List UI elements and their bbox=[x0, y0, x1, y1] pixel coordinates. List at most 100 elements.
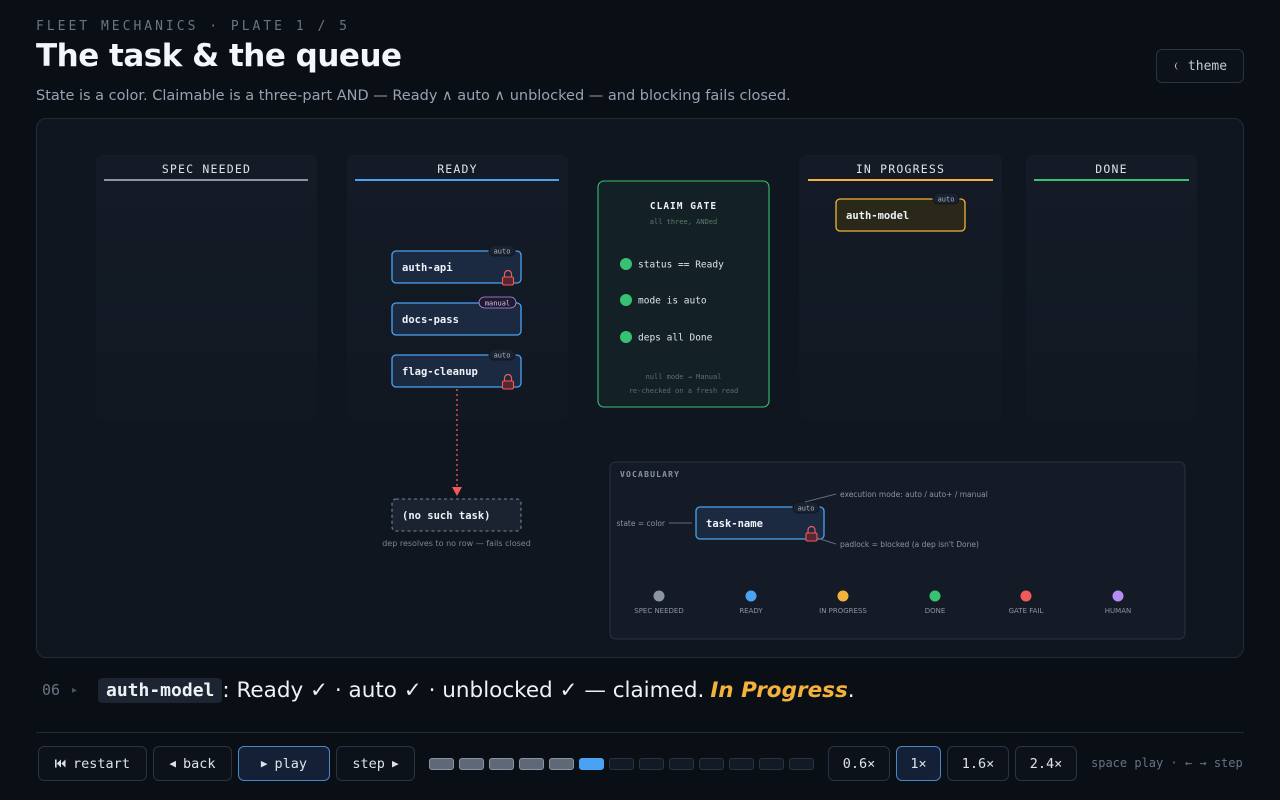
speed-label: 0.6× bbox=[842, 755, 876, 772]
caption-end: . bbox=[847, 677, 855, 703]
page-subtitle: State is a color. Claimable is a three-p… bbox=[36, 88, 791, 104]
speed-2-4-button[interactable]: 2.4× bbox=[1015, 746, 1077, 781]
legend-dot bbox=[745, 590, 757, 602]
step-pill[interactable] bbox=[759, 758, 784, 770]
back-label: back bbox=[183, 755, 216, 772]
caption-text: : Ready ✓ · auto ✓ · unblocked ✓ — claim… bbox=[222, 677, 705, 703]
sample-task-card: task-name auto bbox=[695, 501, 825, 542]
column-spec-needed-label: SPEC NEEDED bbox=[162, 162, 251, 176]
step-pill[interactable] bbox=[519, 758, 544, 770]
column-ready-bar bbox=[355, 179, 559, 181]
legend-label: GATE FAIL bbox=[1009, 607, 1044, 615]
play-icon: ▶ bbox=[260, 757, 268, 770]
column-in-progress-bar bbox=[808, 179, 993, 181]
step-button[interactable]: step ▶ bbox=[336, 746, 415, 781]
step-label: step bbox=[352, 755, 385, 772]
speed-label: 2.4× bbox=[1029, 755, 1063, 772]
check-dot bbox=[620, 331, 632, 343]
theme-button-label: theme bbox=[1187, 58, 1228, 74]
speed-1-6-button[interactable]: 1.6× bbox=[947, 746, 1009, 781]
back-button[interactable]: ◀ back bbox=[153, 746, 232, 781]
claim-gate-footnote: re-checked on a fresh read bbox=[629, 387, 739, 395]
speed-label: 1× bbox=[910, 755, 927, 772]
step-pill[interactable] bbox=[669, 758, 694, 770]
step-icon: ▶ bbox=[391, 757, 399, 770]
claim-gate-title: CLAIM GATE bbox=[650, 201, 717, 212]
step-pill[interactable] bbox=[639, 758, 664, 770]
queue-diagram: SPEC NEEDED READY IN PROGRESS DONE auth-… bbox=[96, 155, 1197, 640]
mode-badge-label: auto bbox=[494, 352, 511, 360]
mode-badge-label: auto bbox=[798, 505, 815, 513]
task-card-flag-cleanup[interactable]: flag-cleanup auto bbox=[391, 348, 522, 390]
task-card-auth-model[interactable]: auth-model auto bbox=[835, 192, 966, 232]
theme-button[interactable]: theme bbox=[1156, 49, 1244, 83]
diagram-stage: SPEC NEEDED READY IN PROGRESS DONE auth-… bbox=[36, 118, 1244, 658]
task-card-auth-api[interactable]: auth-api auto bbox=[391, 244, 522, 286]
vocabulary-panel: VOCABULARY state = color task-name auto … bbox=[609, 461, 1186, 640]
column-in-progress: IN PROGRESS bbox=[799, 155, 1002, 419]
task-name: auth-api bbox=[402, 262, 453, 274]
legend-label: READY bbox=[739, 607, 763, 615]
ghost-task-card: (no such task) dep resolves to no row — … bbox=[382, 498, 531, 548]
plate-kicker: FLEET MECHANICS · PLATE 1 / 5 bbox=[36, 19, 350, 34]
restart-icon bbox=[55, 759, 66, 768]
mode-badge-label: auto bbox=[938, 196, 955, 204]
step-pill[interactable] bbox=[699, 758, 724, 770]
step-pill[interactable] bbox=[729, 758, 754, 770]
half-moon-icon bbox=[1174, 62, 1179, 70]
back-icon: ◀ bbox=[169, 757, 177, 770]
column-ready-label: READY bbox=[437, 162, 478, 176]
speed-1-button[interactable]: 1× bbox=[896, 746, 941, 781]
vocabulary-title: VOCABULARY bbox=[620, 470, 680, 479]
step-number: 06 bbox=[42, 681, 61, 699]
check-mode: mode is auto bbox=[638, 296, 707, 307]
caption-state: In Progress bbox=[710, 677, 848, 703]
step-pill[interactable] bbox=[609, 758, 634, 770]
caption-pointer-icon: ▸ bbox=[72, 684, 78, 696]
task-card-docs-pass[interactable]: docs-pass manual bbox=[391, 296, 522, 336]
restart-button[interactable]: restart bbox=[38, 746, 147, 781]
mode-badge-label: manual bbox=[485, 300, 510, 308]
mode-label: execution mode: auto / auto+ / manual bbox=[840, 490, 988, 499]
step-caption: 06 ▸ auth-model : Ready ✓ · auto ✓ · unb… bbox=[36, 670, 855, 710]
step-pill[interactable] bbox=[459, 758, 484, 770]
legend-dot bbox=[1020, 590, 1032, 602]
step-pill[interactable] bbox=[579, 758, 604, 770]
legend-dot bbox=[929, 590, 941, 602]
claim-gate-footnote: null mode → Manual bbox=[646, 373, 722, 381]
check-deps: deps all Done bbox=[638, 333, 713, 344]
task-name: docs-pass bbox=[402, 314, 459, 326]
caption-task: auth-model bbox=[98, 677, 223, 703]
legend-label: SPEC NEEDED bbox=[634, 607, 684, 615]
ghost-task-note: dep resolves to no row — fails closed bbox=[382, 539, 531, 548]
speed-label: 1.6× bbox=[961, 755, 995, 772]
ghost-task-name: (no such task) bbox=[402, 510, 491, 522]
column-done-label: DONE bbox=[1095, 162, 1128, 176]
legend-dot bbox=[1112, 590, 1124, 602]
page-title: The task & the queue bbox=[36, 38, 402, 74]
legend-dot bbox=[837, 590, 849, 602]
speed-0-6-button[interactable]: 0.6× bbox=[828, 746, 890, 781]
column-done: DONE bbox=[1026, 155, 1197, 419]
column-spec-needed: SPEC NEEDED bbox=[96, 155, 317, 419]
column-in-progress-label: IN PROGRESS bbox=[856, 162, 945, 176]
step-pill[interactable] bbox=[789, 758, 814, 770]
check-dot bbox=[620, 258, 632, 270]
mode-badge-label: auto bbox=[494, 248, 511, 256]
step-pill[interactable] bbox=[489, 758, 514, 770]
column-done-bar bbox=[1034, 179, 1189, 181]
step-pill[interactable] bbox=[429, 758, 454, 770]
claim-gate: CLAIM GATE all three, ANDed status == Re… bbox=[597, 180, 770, 408]
state-label: state = color bbox=[616, 519, 665, 528]
step-pill[interactable] bbox=[549, 758, 574, 770]
play-button[interactable]: ▶ play bbox=[238, 746, 330, 781]
check-dot bbox=[620, 294, 632, 306]
restart-label: restart bbox=[73, 755, 130, 772]
legend-label: HUMAN bbox=[1105, 607, 1131, 615]
legend-label: IN PROGRESS bbox=[819, 607, 867, 615]
sample-task-name: task-name bbox=[706, 518, 763, 530]
padlock-label: padlock = blocked (a dep isn't Done) bbox=[840, 540, 979, 549]
claim-gate-subtitle: all three, ANDed bbox=[650, 218, 717, 226]
check-status: status == Ready bbox=[638, 260, 724, 271]
play-label: play bbox=[274, 755, 308, 772]
